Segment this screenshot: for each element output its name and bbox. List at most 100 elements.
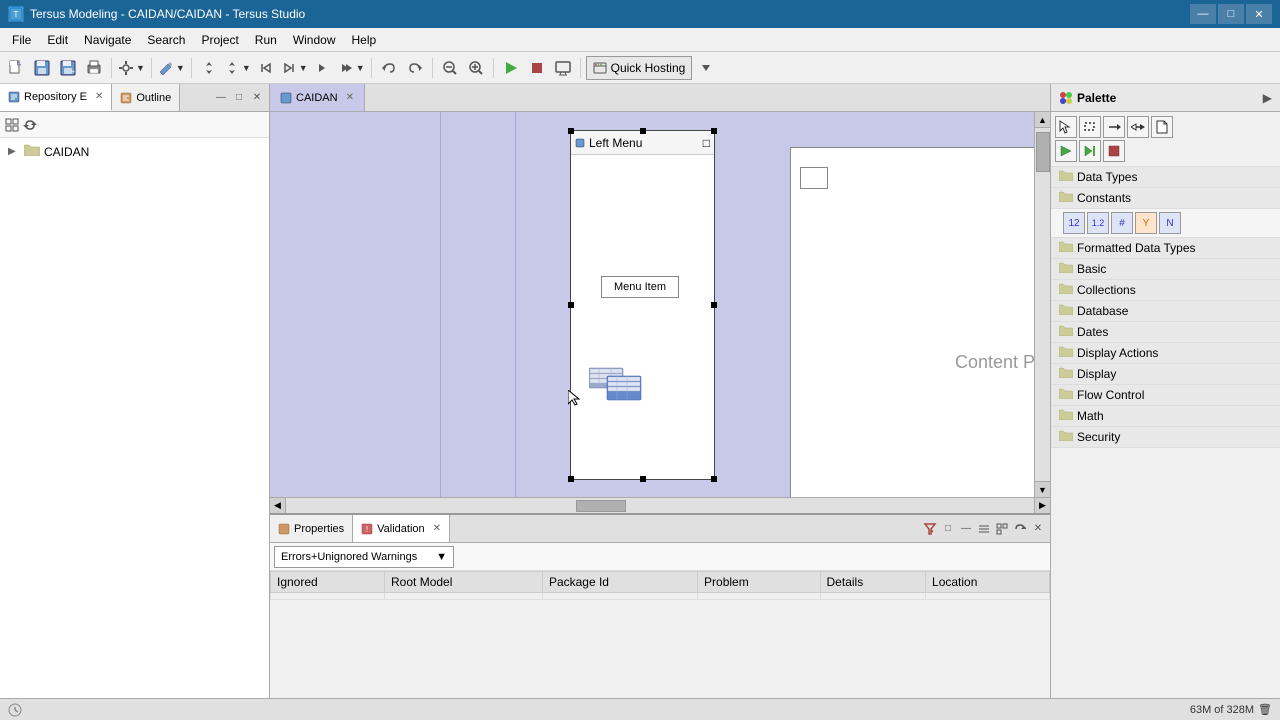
vscroll-up[interactable]: ▲: [1035, 112, 1051, 128]
palette-cat-security[interactable]: Security: [1051, 427, 1280, 448]
const-y-btn[interactable]: Y: [1135, 212, 1157, 234]
back-button[interactable]: [254, 56, 278, 80]
palette-cat-display-actions[interactable]: Display Actions: [1051, 343, 1280, 364]
palette-cat-formatted[interactable]: Formatted Data Types: [1051, 238, 1280, 259]
left-menu-box[interactable]: Left Menu □ Menu Item: [570, 130, 715, 480]
palette-cat-flow-control[interactable]: Flow Control: [1051, 385, 1280, 406]
arrow-tool-2[interactable]: [1127, 116, 1149, 138]
validation-tab-close[interactable]: ✕: [433, 523, 441, 534]
nav-dropdown[interactable]: ▼: [280, 56, 309, 80]
const-int-btn[interactable]: 12: [1063, 212, 1085, 234]
filter-dropdown[interactable]: Errors+Unignored Warnings ▼: [274, 546, 454, 568]
palette-cat-basic[interactable]: Basic: [1051, 259, 1280, 280]
left-menu-maximize[interactable]: □: [703, 136, 710, 150]
settings-dropdown[interactable]: ▼: [117, 56, 146, 80]
properties-tab[interactable]: Properties: [270, 515, 353, 542]
vscroll-down[interactable]: ▼: [1035, 481, 1051, 497]
menu-item-container[interactable]: Menu Item: [601, 276, 679, 298]
play-tool-2[interactable]: [1079, 140, 1101, 162]
save-button[interactable]: [30, 56, 54, 80]
handle-tr[interactable]: [711, 128, 717, 134]
menu-run[interactable]: Run: [247, 31, 285, 49]
validation-tab[interactable]: ! Validation ✕: [353, 515, 450, 542]
palette-cat-display[interactable]: Display: [1051, 364, 1280, 385]
run-button[interactable]: [499, 56, 523, 80]
hscroll-left[interactable]: ◀: [270, 498, 286, 514]
redo-button[interactable]: [403, 56, 427, 80]
canvas-background[interactable]: Content Pane: [270, 112, 1034, 497]
menu-project[interactable]: Project: [193, 31, 246, 49]
handle-tc[interactable]: [640, 128, 646, 134]
sync-button[interactable]: [22, 117, 38, 133]
quick-hosting-expand[interactable]: [694, 56, 718, 80]
palette-cat-dates[interactable]: Dates: [1051, 322, 1280, 343]
menu-navigate[interactable]: Navigate: [76, 31, 139, 49]
tree-view-button[interactable]: [994, 521, 1010, 537]
minimize-button[interactable]: —: [1190, 4, 1216, 24]
palette-cat-database[interactable]: Database: [1051, 301, 1280, 322]
const-hash-btn[interactable]: #: [1111, 212, 1133, 234]
canvas-vertical-scrollbar[interactable]: ▲ ▼: [1034, 112, 1050, 497]
palette-cat-math[interactable]: Math: [1051, 406, 1280, 427]
handle-bc[interactable]: [640, 476, 646, 482]
menu-search[interactable]: Search: [139, 31, 193, 49]
menu-file[interactable]: File: [4, 31, 39, 49]
monitor-button[interactable]: [551, 56, 575, 80]
select-tool[interactable]: [1055, 116, 1077, 138]
menu-window[interactable]: Window: [285, 31, 344, 49]
caidan-editor-tab[interactable]: CAIDAN ✕: [270, 84, 365, 111]
const-n-btn[interactable]: N: [1159, 212, 1181, 234]
arrow-tool-1[interactable]: [1103, 116, 1125, 138]
hscroll-thumb[interactable]: [576, 500, 626, 512]
doc-tool[interactable]: [1151, 116, 1173, 138]
error-filter-button[interactable]: [922, 521, 938, 537]
stop-button[interactable]: [525, 56, 549, 80]
canvas[interactable]: Content Pane: [270, 112, 1034, 497]
small-rect[interactable]: [800, 167, 828, 189]
maximize-panel-button[interactable]: □: [231, 90, 247, 106]
palette-cat-collections[interactable]: Collections: [1051, 280, 1280, 301]
db-widget[interactable]: [589, 366, 644, 404]
handle-tl[interactable]: [568, 128, 574, 134]
print-button[interactable]: [82, 56, 106, 80]
repo-tab-close[interactable]: ✕: [95, 91, 103, 102]
editor-tab-close[interactable]: ✕: [346, 92, 354, 103]
minimize-bottom-button[interactable]: —: [958, 521, 974, 537]
trash-icon[interactable]: 🗑: [1258, 703, 1272, 716]
undo-button[interactable]: [377, 56, 401, 80]
hscroll-right[interactable]: ▶: [1034, 498, 1050, 514]
collapse-all-button[interactable]: [4, 117, 20, 133]
handle-ml[interactable]: [568, 302, 574, 308]
handle-br[interactable]: [711, 476, 717, 482]
close-button[interactable]: ✕: [1246, 4, 1272, 24]
close-panel-button[interactable]: ✕: [249, 90, 265, 106]
palette-expand-button[interactable]: ▶: [1263, 91, 1272, 105]
zoom-in-button[interactable]: [464, 56, 488, 80]
maximize-bottom-button[interactable]: □: [940, 521, 956, 537]
handle-bl[interactable]: [568, 476, 574, 482]
repository-tab[interactable]: Repository E ✕: [0, 84, 112, 111]
outline-tab[interactable]: Outline: [112, 84, 180, 111]
quick-hosting-button[interactable]: Quick Hosting: [586, 56, 693, 80]
close-bottom-button[interactable]: ✕: [1030, 521, 1046, 537]
palette-cat-data-types[interactable]: Data Types: [1051, 167, 1280, 188]
stop-tool[interactable]: [1103, 140, 1125, 162]
view-menu-button[interactable]: [976, 521, 992, 537]
forward-more-dropdown[interactable]: ▼: [337, 56, 366, 80]
save-all-button[interactable]: +: [56, 56, 80, 80]
handle-mr[interactable]: [711, 302, 717, 308]
move-dropdown[interactable]: ▼: [223, 56, 252, 80]
new-button[interactable]: [4, 56, 28, 80]
menu-edit[interactable]: Edit: [39, 31, 76, 49]
content-pane-box[interactable]: Content Pane: [790, 147, 1034, 497]
forward-dropdown[interactable]: [311, 56, 335, 80]
menu-help[interactable]: Help: [344, 31, 385, 49]
canvas-horizontal-scrollbar[interactable]: ◀ ▶: [270, 497, 1050, 513]
rect-tool[interactable]: [1079, 116, 1101, 138]
minimize-panel-button[interactable]: —: [213, 90, 229, 106]
refresh-bottom-button[interactable]: [1012, 521, 1028, 537]
const-float-btn[interactable]: 1.2: [1087, 212, 1109, 234]
maximize-button[interactable]: □: [1218, 4, 1244, 24]
move-button[interactable]: [197, 56, 221, 80]
palette-cat-constants[interactable]: Constants: [1051, 188, 1280, 209]
